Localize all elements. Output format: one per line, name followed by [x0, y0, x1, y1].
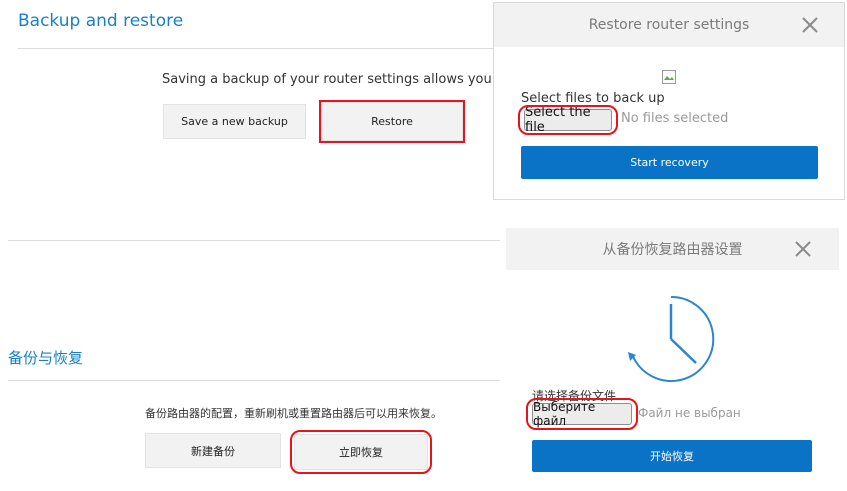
close-icon[interactable] [793, 239, 813, 259]
modal-title-zh: 从备份恢复路由器设置 [602, 242, 743, 258]
restore-modal-zh: 从备份恢复路由器设置 请选择备份文件 Выберите файл Файл не… [506, 228, 839, 488]
modal-title: Restore router settings [588, 17, 750, 33]
broken-image-icon [662, 69, 676, 84]
backup-restore-title-zh: 备份与恢复 [8, 349, 84, 367]
select-files-label: Select files to back up [521, 91, 665, 106]
start-restore-button-zh[interactable]: 开始恢复 [532, 440, 812, 472]
section-divider [8, 240, 500, 241]
title-divider-zh [8, 380, 500, 381]
title-divider [18, 48, 498, 49]
clock-icon [624, 292, 718, 386]
restore-modal-en: Restore router settings Select files to … [493, 2, 845, 200]
backup-description: Saving a backup of your router settings … [162, 72, 496, 87]
restore-now-highlight-zh [290, 430, 432, 474]
new-backup-button-zh[interactable]: 新建备份 [145, 433, 281, 468]
file-status: No files selected [621, 111, 729, 126]
close-icon[interactable] [800, 15, 820, 35]
modal-header: Restore router settings [494, 3, 844, 47]
select-file-highlight [518, 105, 618, 135]
save-new-backup-button[interactable]: Save a new backup [163, 104, 306, 139]
choose-file-highlight-zh [526, 398, 638, 430]
backup-restore-title: Backup and restore [18, 11, 184, 31]
backup-description-zh: 备份路由器的配置，重新刷机或重置路由器后可以用来恢复。 [145, 407, 442, 420]
restore-button-highlight [319, 100, 465, 143]
start-recovery-button[interactable]: Start recovery [521, 146, 818, 179]
modal-header-zh: 从备份恢复路由器设置 [506, 228, 839, 270]
file-status-zh: Файл не выбран [638, 406, 741, 420]
